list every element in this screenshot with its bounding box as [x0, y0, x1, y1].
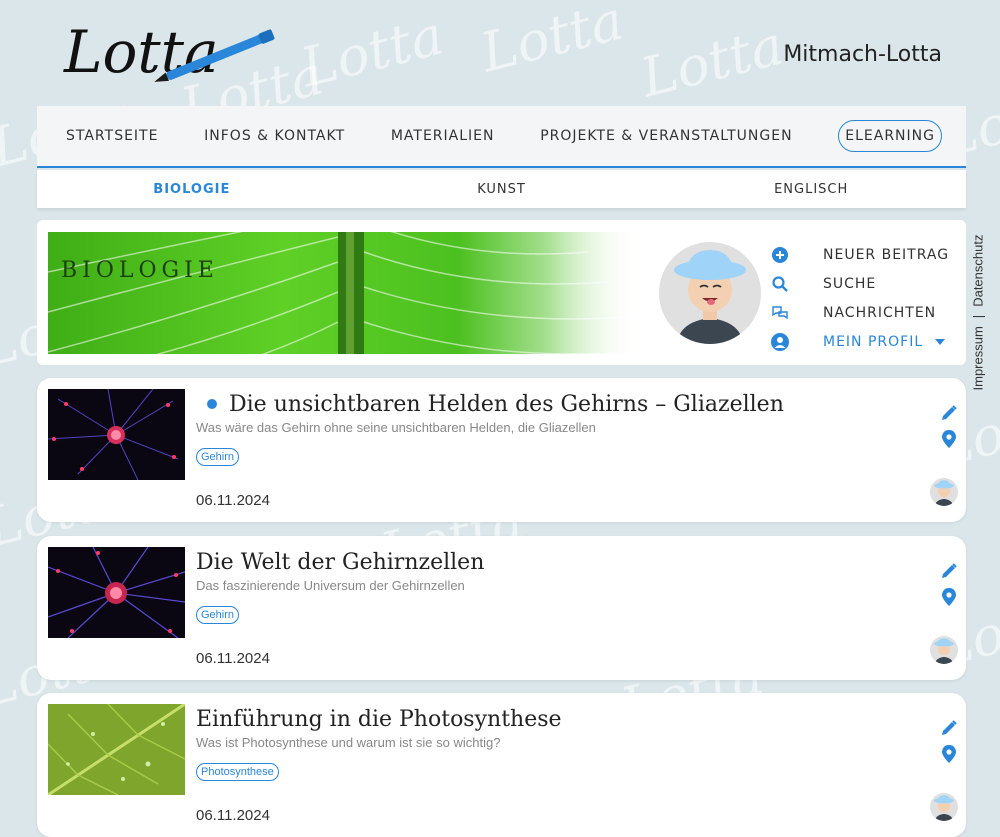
location-pin-icon[interactable]	[941, 745, 957, 763]
user-avatar[interactable]	[659, 242, 761, 344]
post-tag[interactable]: Photosynthese	[196, 763, 279, 781]
new-post-button[interactable]: NEUER BEITRAG	[769, 240, 959, 269]
nav-startseite[interactable]: STARTSEITE	[66, 128, 158, 144]
post-card[interactable]: Die unsichtbaren Helden des Gehirns – Gl…	[37, 378, 966, 522]
banner-title: BIOLOGIE	[61, 258, 219, 283]
category-banner: BIOLOGIE	[48, 232, 635, 354]
post-title[interactable]: Die Welt der Gehirnzellen	[196, 550, 484, 575]
nav-materialien[interactable]: MATERIALIEN	[391, 128, 495, 144]
messages-label: NACHRICHTEN	[823, 304, 937, 321]
impressum-link[interactable]: Impressum	[971, 326, 986, 390]
post-card[interactable]: Die Welt der Gehirnzellen Das fasziniere…	[37, 536, 966, 680]
subnav-englisch[interactable]: ENGLISCH	[656, 182, 966, 197]
user-circle-icon	[769, 331, 791, 353]
sub-navigation: BIOLOGIE KUNST ENGLISCH	[37, 170, 966, 208]
location-pin-icon[interactable]	[941, 430, 957, 448]
search-label: SUCHE	[823, 275, 877, 292]
nav-projekte-veranstaltungen[interactable]: PROJEKTE & VERANSTALTUNGEN	[540, 128, 792, 144]
search-icon	[769, 273, 791, 295]
my-profile-label: MEIN PROFIL	[823, 333, 924, 350]
post-tag[interactable]: Gehirn	[196, 606, 240, 624]
user-action-menu: NEUER BEITRAG SUCHE NACHRICHTEN MEIN PRO…	[769, 240, 959, 356]
location-pin-icon[interactable]	[941, 588, 957, 606]
footer-side-links: Impressum | Datenschutz	[968, 225, 988, 405]
nav-infos-kontakt[interactable]: INFOS & KONTAKT	[204, 128, 345, 144]
post-thumbnail[interactable]	[48, 389, 185, 480]
post-date: 06.11.2024	[196, 650, 270, 667]
author-avatar[interactable]	[930, 478, 958, 506]
post-date: 06.11.2024	[196, 492, 270, 509]
chevron-down-icon	[935, 338, 946, 345]
pencil-icon[interactable]	[940, 719, 958, 737]
author-avatar[interactable]	[930, 636, 958, 664]
main-navigation: STARTSEITE INFOS & KONTAKT MATERIALIEN P…	[37, 106, 966, 168]
post-title[interactable]: Einführung in die Photosynthese	[196, 707, 562, 732]
category-header: BIOLOGIE NEUER BEITRAG SUCHE NACHRICHTEN…	[37, 220, 966, 365]
site-title: Mitmach-Lotta	[783, 42, 942, 67]
search-button[interactable]: SUCHE	[769, 269, 959, 298]
subnav-biologie[interactable]: BIOLOGIE	[37, 182, 347, 197]
unread-dot-icon	[207, 398, 217, 409]
svg-text:Lotta: Lotta	[63, 18, 219, 86]
my-profile-button[interactable]: MEIN PROFIL	[769, 327, 959, 356]
post-card[interactable]: Einführung in die Photosynthese Was ist …	[37, 693, 966, 837]
pencil-icon[interactable]	[940, 404, 958, 422]
post-date: 06.11.2024	[196, 807, 270, 824]
pencil-icon[interactable]	[940, 562, 958, 580]
plus-circle-icon	[769, 244, 791, 266]
post-thumbnail[interactable]	[48, 704, 185, 795]
messages-button[interactable]: NACHRICHTEN	[769, 298, 959, 327]
chat-bubbles-icon	[769, 302, 791, 324]
post-title[interactable]: Die unsichtbaren Helden des Gehirns – Gl…	[196, 392, 784, 417]
post-tag[interactable]: Gehirn	[196, 448, 240, 466]
new-post-label: NEUER BEITRAG	[823, 246, 950, 263]
post-thumbnail[interactable]	[48, 547, 185, 638]
post-subtitle: Das faszinierende Universum der Gehirnze…	[196, 578, 465, 593]
link-separator: |	[970, 314, 986, 319]
author-avatar[interactable]	[930, 793, 958, 821]
datenschutz-link[interactable]: Datenschutz	[971, 235, 986, 307]
nav-elearning[interactable]: ELEARNING	[838, 120, 942, 152]
lotta-logo[interactable]: Lotta	[62, 10, 282, 100]
subnav-kunst[interactable]: KUNST	[347, 182, 657, 197]
post-subtitle: Was wäre das Gehirn ohne seine unsichtba…	[196, 420, 596, 435]
post-subtitle: Was ist Photosynthese und warum ist sie …	[196, 735, 501, 750]
